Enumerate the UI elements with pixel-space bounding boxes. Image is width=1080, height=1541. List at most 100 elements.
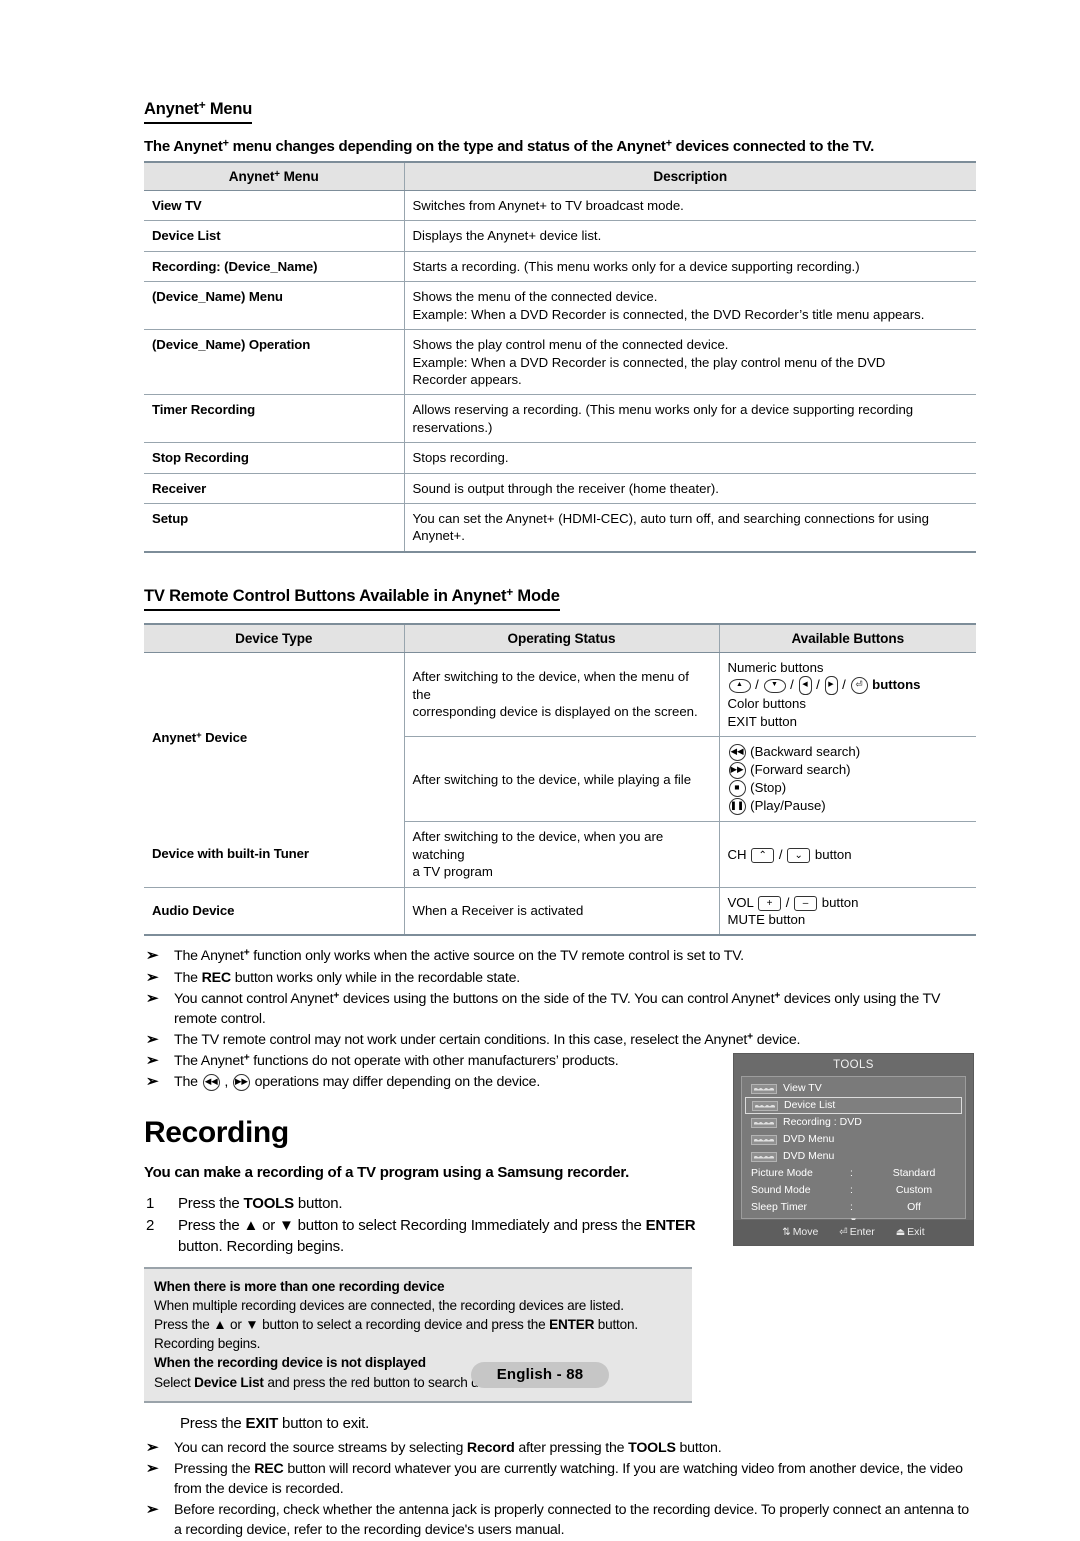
osd-menu-item[interactable]: View TV	[745, 1080, 962, 1097]
table-row: Stop Recording Stops recording.	[144, 442, 976, 474]
rewind-icon: ◀◀	[728, 744, 746, 762]
lead-part-3: devices connected to the TV.	[671, 138, 875, 155]
fast-forward-icon: ▶▶	[728, 762, 746, 780]
updown-arrow-icon: ⇅	[782, 1227, 791, 1238]
row-device-tuner: Device with built-in Tuner	[144, 821, 404, 888]
row-desc: Displays the Anynet+ device list.	[403, 220, 976, 252]
row-desc: Switches from Anynet+ to TV broadcast mo…	[403, 190, 976, 222]
table-header-row: Anynet+ Menu Description	[144, 161, 976, 191]
remote-buttons-table: Device Type Operating Status Available B…	[144, 622, 976, 937]
body-text: You can record the source streams by sel…	[174, 1439, 467, 1456]
anynet-menu-lead: The Anynet+ menu changes depending on th…	[144, 138, 976, 155]
osd-item-label: DVD Menu	[783, 1150, 835, 1162]
table-row: Device List Displays the Anynet+ device …	[144, 220, 976, 252]
body-text: Press the	[178, 1195, 244, 1213]
anynet-logo-icon	[751, 1151, 777, 1162]
body-text: The Anynet	[174, 1053, 244, 1070]
body-text: Press the ▲ or ▼ button to select a reco…	[154, 1317, 550, 1333]
anynet-logo-icon	[751, 1134, 777, 1145]
lead-part-1: The Anynet	[144, 138, 223, 155]
body-text: The Anynet	[174, 948, 244, 965]
body-text: button works only while in the recordabl…	[230, 969, 521, 986]
osd-footer-bar: ⇅ Move ⏎ Enter ⏏ Exit	[734, 1220, 973, 1245]
arrow-bullet-icon: ➢	[146, 947, 159, 965]
body-text: Pressing the	[174, 1460, 255, 1477]
table-row: Device with built-in Tuner After switchi…	[144, 821, 976, 888]
osd-item-value: Custom	[895, 1184, 933, 1196]
arrow-bullet-icon: ➢	[146, 1030, 159, 1048]
osd-item-label: Sleep Timer	[751, 1201, 808, 1213]
emphasis-text: REC	[254, 1460, 284, 1477]
osd-menu-item[interactable]: Recording : DVD	[745, 1114, 962, 1131]
emphasis-text: TOOLS	[628, 1439, 676, 1456]
osd-menu-item[interactable]: Picture Mode: Standard	[745, 1165, 962, 1182]
row-desc: Starts a recording. (This menu works onl…	[403, 251, 976, 283]
col-header-available-buttons: Available Buttons	[718, 622, 976, 653]
emphasis-text: ENTER	[549, 1317, 595, 1333]
body-text: button.	[675, 1439, 722, 1456]
osd-menu-item[interactable]: DVD Menu	[745, 1148, 962, 1165]
enter-icon: ⏎	[850, 677, 868, 695]
row-buttons: CH ⌃ / ⌄ button	[718, 821, 976, 888]
col-header-description: Description	[403, 161, 976, 191]
arrow-left-icon: ◀	[798, 676, 812, 696]
emphasis-text: EXIT	[245, 1414, 279, 1432]
osd-item-label: Recording : DVD	[783, 1116, 862, 1128]
table-row: Receiver Sound is output through the rec…	[144, 473, 976, 505]
body-text: The	[174, 969, 202, 986]
channel-down-icon: ⌄	[787, 847, 811, 863]
osd-colon: :	[850, 1184, 853, 1196]
tv-tools-osd: TOOLS View TV Device List Recording : DVD D…	[733, 1053, 974, 1246]
body-text: operations may differ depending on the d…	[250, 1074, 541, 1091]
dpad-glyph-row: ▲ / ▼ / ◀ / ▶ / ⏎ buttons	[728, 676, 969, 696]
arrow-right-icon: ▶	[824, 676, 838, 696]
note-item: ➢ You can record the source streams by se…	[144, 1438, 976, 1458]
emphasis-text: When there is more than one recording de…	[154, 1279, 445, 1295]
osd-colon: :	[850, 1201, 853, 1213]
arrow-down-icon: ▼	[763, 678, 786, 693]
table-header-row: Device Type Operating Status Available B…	[144, 622, 976, 653]
lead-part-2: menu changes depending on the type and s…	[228, 138, 666, 155]
row-name: Receiver	[144, 473, 404, 505]
stop-icon: ■	[728, 780, 746, 798]
row-desc: Shows the menu of the connected device. …	[403, 281, 976, 331]
osd-menu-item[interactable]: Device List	[745, 1097, 962, 1114]
osd-menu-item[interactable]: Sound Mode: Custom	[745, 1182, 962, 1199]
note-item: ➢ You cannot control Anynet+ devices usin…	[144, 989, 976, 1029]
emphasis-text: Record	[466, 1439, 515, 1456]
row-name: Timer Recording	[144, 394, 404, 444]
row-desc: Allows reserving a recording. (This menu…	[403, 394, 976, 444]
body-text: ,	[220, 1074, 232, 1091]
osd-menu-item[interactable]: Sleep Timer: Off	[745, 1199, 962, 1216]
note-item: ➢ The TV remote control may not work unde…	[144, 1030, 976, 1050]
osd-menu-item[interactable]: DVD Menu	[745, 1131, 962, 1148]
volume-down-icon: –	[794, 895, 818, 911]
osd-item-label: Device List	[784, 1099, 836, 1111]
row-desc: Shows the play control menu of the conne…	[403, 329, 976, 396]
osd-colon: :	[850, 1167, 853, 1179]
row-buttons: ◀◀ (Backward search) ▶▶ (Forward search)…	[718, 736, 976, 823]
body-text: function only works when the active sour…	[249, 948, 744, 965]
enter-key-icon: ⏎	[839, 1227, 848, 1238]
osd-item-label: Sound Mode	[751, 1184, 811, 1196]
arrow-bullet-icon: ➢	[146, 1052, 159, 1070]
table-row: Timer Recording Allows reserving a recor…	[144, 394, 976, 444]
body-text: When multiple recording devices are conn…	[154, 1298, 624, 1314]
col-header-anynet-menu: Anynet+ Menu	[144, 161, 404, 191]
body-text: Before recording, check whether the ante…	[174, 1502, 969, 1539]
osd-item-value: Standard	[892, 1167, 936, 1179]
osd-move-hint: ⇅ Move	[782, 1226, 819, 1238]
body-text: The TV remote control may not work under…	[174, 1031, 748, 1048]
osd-item-label: View TV	[783, 1082, 822, 1094]
row-device-audio: Audio Device	[144, 887, 404, 937]
col-header-operating-status: Operating Status	[403, 622, 719, 653]
body-text: devices using the buttons on the side of…	[339, 990, 775, 1007]
row-buttons: VOL + / – button MUTE button	[718, 887, 976, 937]
osd-item-label: DVD Menu	[783, 1133, 835, 1145]
body-text: functions do not operate with other manu…	[249, 1053, 619, 1070]
table-row: Setup You can set the Anynet+ (HDMI-CEC)…	[144, 503, 976, 553]
body-text: Recording begins.	[154, 1336, 261, 1352]
row-name: Stop Recording	[144, 442, 404, 474]
osd-title: TOOLS	[734, 1054, 973, 1076]
anynet-menu-heading-text2: Menu	[205, 100, 253, 118]
